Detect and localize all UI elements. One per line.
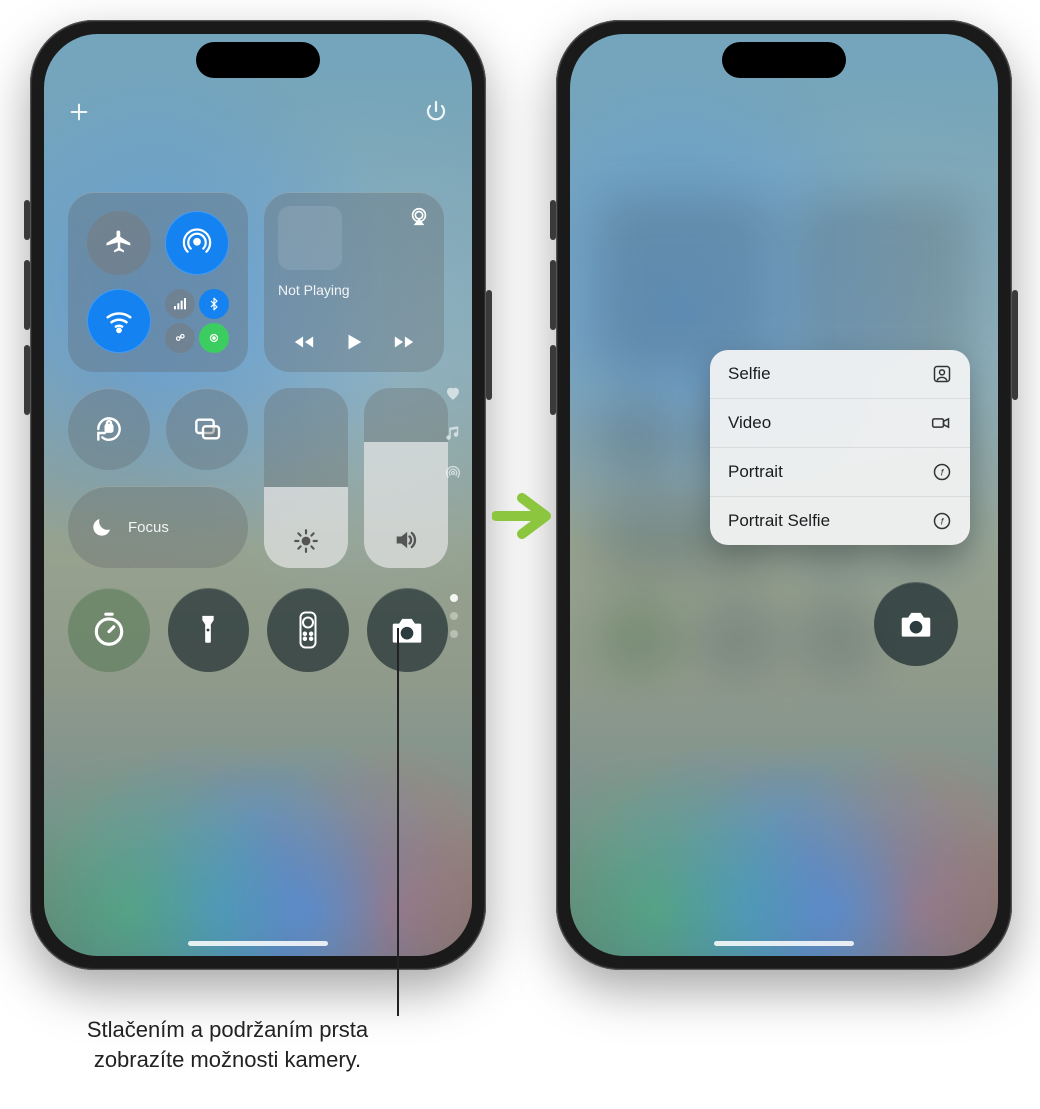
page-dot-2 [450,612,458,620]
connectivity-more[interactable] [165,289,229,353]
aperture-icon: f [932,511,952,531]
now-playing-tile[interactable]: Not Playing [264,192,444,372]
flashlight-button[interactable] [168,588,250,672]
home-indicator[interactable] [188,941,328,946]
previous-track-button[interactable] [291,331,317,353]
timer-button[interactable] [68,588,150,672]
rotation-lock-icon [93,413,125,445]
airdrop-icon [182,228,212,258]
album-art-placeholder [278,206,342,270]
side-vol-up-hardware [550,260,556,330]
callout-line1: Stlačením a podržaním prsta [87,1017,368,1042]
menu-item-label: Portrait [728,462,783,482]
menu-item-label: Portrait Selfie [728,511,830,531]
callout-leader-line [397,628,399,1016]
menu-item-video[interactable]: Video [710,398,970,447]
screen-mirroring-button[interactable] [166,388,248,470]
moon-icon [90,515,114,539]
page-dot-1 [450,594,458,602]
menu-item-label: Video [728,413,771,433]
control-center: Not Playing [44,34,472,956]
connectivity-tile[interactable] [68,192,248,372]
camera-icon [388,611,426,649]
svg-text:f: f [941,516,945,526]
camera-context-menu: Selfie Video Portrait f [710,350,970,545]
now-playing-status: Not Playing [278,282,430,298]
focus-button[interactable]: Focus [68,486,248,568]
hotspot-icon [444,464,462,482]
add-control-button[interactable] [68,101,90,123]
page-dot-3 [450,630,458,638]
wifi-icon [104,306,134,336]
power-button[interactable] [424,100,448,124]
volume-icon [392,526,420,554]
wifi-toggle[interactable] [87,289,151,353]
side-switch-hardware [24,200,30,240]
side-vol-down-hardware [24,345,30,415]
play-button[interactable] [343,330,365,354]
bluetooth-icon [199,289,229,319]
svg-text:f: f [941,467,945,477]
menu-item-label: Selfie [728,364,771,384]
callout-caption: Stlačením a podržaním prsta zobrazíte mo… [0,1015,455,1074]
airplane-mode-toggle[interactable] [87,211,151,275]
transition-arrow-icon [492,490,554,542]
video-camera-icon [930,413,952,433]
flashlight-icon [191,613,225,647]
brightness-slider[interactable] [264,388,348,568]
airplay-icon[interactable] [408,206,430,228]
menu-item-selfie[interactable]: Selfie [710,350,970,398]
screen-mirroring-icon [191,413,223,445]
menu-item-portrait[interactable]: Portrait f [710,447,970,496]
menu-item-portrait-selfie[interactable]: Portrait Selfie f [710,496,970,545]
sun-icon [293,528,319,554]
airdrop-toggle[interactable] [165,211,229,275]
person-square-icon [932,364,952,384]
dynamic-island [722,42,846,78]
side-power-hardware [1012,290,1018,400]
music-note-icon [444,424,462,442]
focus-label: Focus [128,519,169,536]
callout-line2: zobrazíte možnosti kamery. [94,1047,361,1072]
aperture-icon: f [932,462,952,482]
hotspot-mini-icon [165,323,195,353]
page-indicator[interactable] [450,594,458,638]
satellite-icon [199,323,229,353]
side-glyph-column [444,384,462,482]
camera-icon [897,605,935,643]
side-vol-down-hardware [550,345,556,415]
phone-right: Selfie Video Portrait f [556,20,1012,970]
side-vol-up-hardware [24,260,30,330]
side-power-hardware [486,290,492,400]
timer-icon [90,611,128,649]
camera-button[interactable] [874,582,958,666]
remote-button[interactable] [267,588,349,672]
phone-left: Not Playing [30,20,486,970]
apple-tv-remote-icon [293,611,323,649]
airplane-icon [104,228,134,258]
cellular-icon [165,289,195,319]
heart-icon [444,384,462,402]
volume-slider[interactable] [364,388,448,568]
next-track-button[interactable] [391,331,417,353]
dynamic-island [196,42,320,78]
camera-button[interactable] [367,588,449,672]
home-indicator[interactable] [714,941,854,946]
orientation-lock-button[interactable] [68,388,150,470]
side-switch-hardware [550,200,556,240]
